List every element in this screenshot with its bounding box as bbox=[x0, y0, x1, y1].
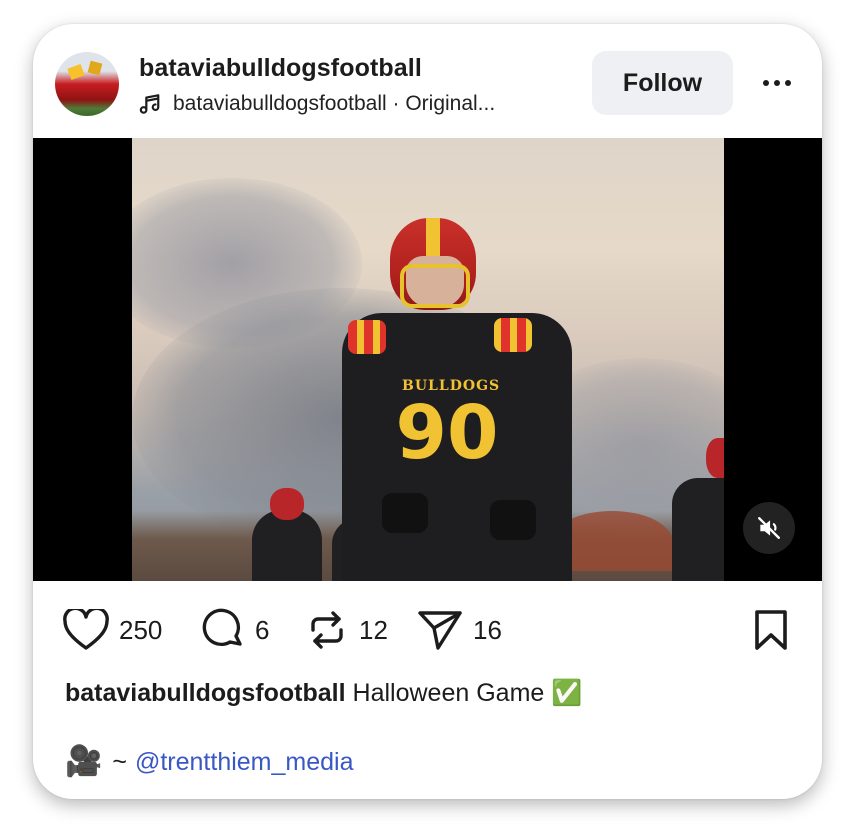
video-player[interactable]: BULLDOGS 90 bbox=[33, 138, 822, 581]
follow-button[interactable]: Follow bbox=[592, 51, 733, 115]
repost-button[interactable]: 12 bbox=[305, 608, 388, 652]
caption-username[interactable]: bataviabulldogsfootball bbox=[65, 679, 346, 707]
credit-separator: ~ bbox=[112, 747, 127, 776]
shoulder-stripes bbox=[494, 318, 532, 352]
speaker-muted-icon bbox=[758, 517, 780, 539]
more-horizontal-icon bbox=[763, 80, 769, 86]
glove bbox=[490, 500, 536, 540]
more-dot bbox=[785, 80, 791, 86]
shoulder-stripes bbox=[348, 320, 386, 354]
heart-icon bbox=[63, 609, 109, 650]
post-credit: 🎥 ~ @trentthiem_media bbox=[65, 747, 354, 777]
facemask bbox=[400, 264, 470, 308]
bookmark-button[interactable] bbox=[751, 608, 791, 652]
comment-button[interactable]: 6 bbox=[201, 608, 269, 652]
post-caption: bataviabulldogsfootball Halloween Game ✅ bbox=[65, 679, 582, 708]
background-player bbox=[672, 438, 724, 581]
glove bbox=[382, 493, 428, 533]
more-dot bbox=[774, 80, 780, 86]
more-options-button[interactable] bbox=[757, 68, 797, 98]
share-button[interactable]: 16 bbox=[417, 608, 502, 652]
like-button[interactable]: 250 bbox=[63, 608, 162, 652]
comment-count: 6 bbox=[255, 614, 270, 645]
audio-label: bataviabulldogsfootball · Original... bbox=[173, 92, 496, 115]
music-note-icon bbox=[139, 94, 160, 114]
bookmark-icon bbox=[755, 610, 787, 650]
background-player bbox=[252, 488, 322, 581]
comment-bubble-icon bbox=[202, 608, 242, 647]
avatar-flag bbox=[67, 63, 85, 81]
movie-camera-icon: 🎥 bbox=[65, 745, 103, 778]
like-count: 250 bbox=[119, 614, 163, 645]
avatar[interactable] bbox=[55, 52, 119, 116]
audio-link[interactable]: bataviabulldogsfootball · Original... bbox=[139, 90, 495, 118]
caption-text: Halloween Game bbox=[352, 679, 545, 707]
post-card: bataviabulldogsfootball bataviabulldogsf… bbox=[33, 24, 822, 799]
post-header: bataviabulldogsfootball bataviabulldogsf… bbox=[33, 24, 822, 138]
send-icon bbox=[418, 611, 462, 650]
check-emoji: ✅ bbox=[551, 679, 583, 707]
share-count: 16 bbox=[473, 614, 502, 645]
video-frame[interactable]: BULLDOGS 90 bbox=[132, 138, 724, 581]
post-username[interactable]: bataviabulldogsfootball bbox=[139, 54, 422, 83]
mention-link[interactable]: @trentthiem_media bbox=[135, 748, 354, 777]
football-player: BULLDOGS 90 bbox=[342, 218, 572, 581]
repost-icon bbox=[311, 611, 343, 649]
helmet-stripe bbox=[426, 218, 440, 258]
repost-count: 12 bbox=[359, 614, 388, 645]
mute-button[interactable] bbox=[743, 502, 795, 554]
avatar-flag bbox=[87, 60, 103, 76]
action-bar: 250 6 12 16 bbox=[33, 581, 822, 681]
jersey-number: 90 bbox=[395, 390, 499, 476]
